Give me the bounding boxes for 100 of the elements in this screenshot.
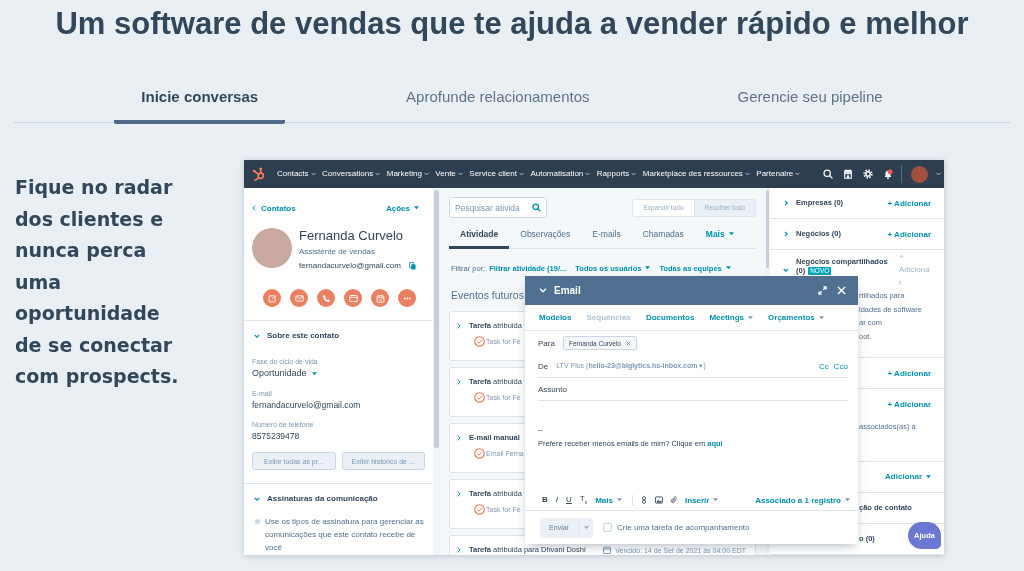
nav-menu-item[interactable]: Service client <box>469 169 524 179</box>
chevron-down-icon <box>744 172 750 176</box>
toolbar-tab[interactable]: Modelos <box>539 313 572 322</box>
caret-icon <box>414 206 419 210</box>
chevron-icon[interactable] <box>783 200 789 206</box>
activity-tab[interactable]: Chamadas <box>631 226 695 249</box>
field-label: De <box>538 361 549 371</box>
notification-bell-icon[interactable] <box>883 169 893 179</box>
check-circle-icon[interactable] <box>474 504 485 515</box>
nav-menu-item[interactable]: Contacts <box>277 169 316 179</box>
task-button[interactable] <box>371 289 389 307</box>
checkbox-label: Crie uma tarefa de acompanhamento <box>617 523 750 532</box>
cc-link[interactable]: Cc <box>819 361 829 371</box>
chevron-down-icon[interactable] <box>936 172 941 176</box>
bcc-link[interactable]: Cco <box>833 361 848 371</box>
search-icon[interactable] <box>823 169 833 179</box>
activity-tab[interactable]: E-mails <box>581 226 632 249</box>
calendar-icon <box>603 546 612 554</box>
format-button[interactable]: B <box>542 495 548 505</box>
caret-icon <box>713 498 719 502</box>
chevron-down-icon <box>457 172 463 176</box>
caret-icon <box>617 498 622 502</box>
paperclip-icon[interactable] <box>670 496 678 504</box>
association-menu[interactable]: Associado a 1 registro <box>755 495 850 505</box>
format-button[interactable]: T$_{x}$ <box>579 493 588 507</box>
feature-tab[interactable]: Gerencie seu pipeline <box>710 79 910 124</box>
follow-up-checkbox[interactable] <box>603 523 612 532</box>
toolbar-tab[interactable]: Documentos <box>645 313 695 322</box>
caret-icon <box>818 315 824 320</box>
nav-menu-item[interactable]: Conversations <box>322 169 381 179</box>
note-button[interactable] <box>263 289 281 307</box>
add-button[interactable]: + Adicionar <box>887 227 931 241</box>
chevron-down-icon <box>585 172 591 176</box>
toolbar-tab[interactable]: Meetings <box>709 313 754 322</box>
expand-icon[interactable] <box>818 286 827 295</box>
format-button[interactable]: U <box>566 495 572 505</box>
chevron-down-icon <box>423 172 429 176</box>
caret-icon <box>748 315 754 320</box>
more-button[interactable] <box>398 289 416 307</box>
feature-tab[interactable]: Aprofunde relacionamentos <box>379 79 617 124</box>
settings-icon[interactable] <box>863 169 873 179</box>
chevron-down-icon <box>795 172 801 176</box>
caret-icon <box>845 498 850 502</box>
scrollbar-thumb[interactable] <box>766 190 769 268</box>
contact-name: Fernanda Curvelo <box>299 228 405 244</box>
avatar-placeholder[interactable] <box>911 165 928 183</box>
logo-icon[interactable] <box>252 167 266 181</box>
section-header[interactable]: Sobre este contato <box>252 331 339 341</box>
search-field[interactable]: Pesquisar ativida <box>449 197 547 218</box>
section-header[interactable]: Assinaturas da comunicação <box>252 494 378 504</box>
actions-dropdown[interactable]: Ações <box>386 203 419 213</box>
envelope-icon <box>294 293 304 303</box>
check-circle-icon[interactable] <box>474 448 485 459</box>
call-button[interactable] <box>317 289 335 307</box>
remove-icon[interactable] <box>625 340 631 346</box>
activity-tab[interactable]: Atividade <box>449 226 510 249</box>
chevron-icon[interactable] <box>783 266 789 273</box>
add-button[interactable]: Adicionar <box>885 470 931 483</box>
store-icon[interactable] <box>843 169 853 179</box>
check-circle-icon[interactable] <box>474 392 485 403</box>
close-icon[interactable] <box>837 286 846 295</box>
job-title: Assistente de vendas <box>299 247 377 257</box>
scrollbar-thumb[interactable] <box>434 190 439 448</box>
nav-menu-item[interactable]: Partenaire <box>756 169 801 179</box>
add-button[interactable]: + Adicionar <box>887 366 931 380</box>
meeting-button[interactable] <box>344 289 362 307</box>
image-icon[interactable] <box>655 496 663 504</box>
screen-icon <box>348 293 358 303</box>
lifecycle-dropdown[interactable]: Oportunidade <box>252 368 317 379</box>
field-label: Para <box>538 338 555 348</box>
add-button[interactable]: + Adicionar <box>887 397 931 411</box>
activity-tab[interactable]: Mais <box>694 226 745 249</box>
nav-menu-item[interactable]: Automatisation <box>530 169 591 179</box>
chevron-right-icon <box>457 323 461 329</box>
caret-icon <box>725 266 731 270</box>
chevron-left-icon <box>252 205 256 211</box>
nav-menu-item[interactable]: Vente <box>435 169 463 179</box>
subject-field[interactable]: Assunto <box>538 378 848 401</box>
check-circle-icon[interactable] <box>474 336 485 347</box>
chevron-right-icon <box>457 547 461 553</box>
back-link[interactable]: Contatos <box>252 203 296 213</box>
chevron-down-icon <box>375 172 381 176</box>
snippet-icon[interactable] <box>640 496 648 504</box>
caret-icon <box>926 474 931 479</box>
feature-tab[interactable]: Inicie conversas <box>114 79 286 124</box>
nav-menu-item[interactable]: Marketplace des ressources <box>642 169 750 179</box>
chevron-icon[interactable] <box>783 231 789 237</box>
chevron-down-icon <box>310 172 316 176</box>
activity-tab[interactable]: Observações <box>509 226 582 249</box>
insert-menu[interactable]: Inserir <box>685 495 719 505</box>
email-button[interactable] <box>290 289 308 307</box>
copy-icon[interactable] <box>408 262 416 270</box>
nav-menu-item[interactable]: Rapports <box>596 169 637 179</box>
add-button[interactable]: + Adicionar <box>887 196 931 210</box>
format-button[interactable]: I <box>555 495 558 505</box>
format-menu[interactable]: Mais <box>595 495 622 505</box>
toolbar-tab[interactable]: Orçamentos <box>768 313 824 322</box>
info-dot-icon <box>255 519 260 524</box>
nav-menu-item[interactable]: Marketing <box>386 169 429 179</box>
phone-icon <box>321 293 331 303</box>
